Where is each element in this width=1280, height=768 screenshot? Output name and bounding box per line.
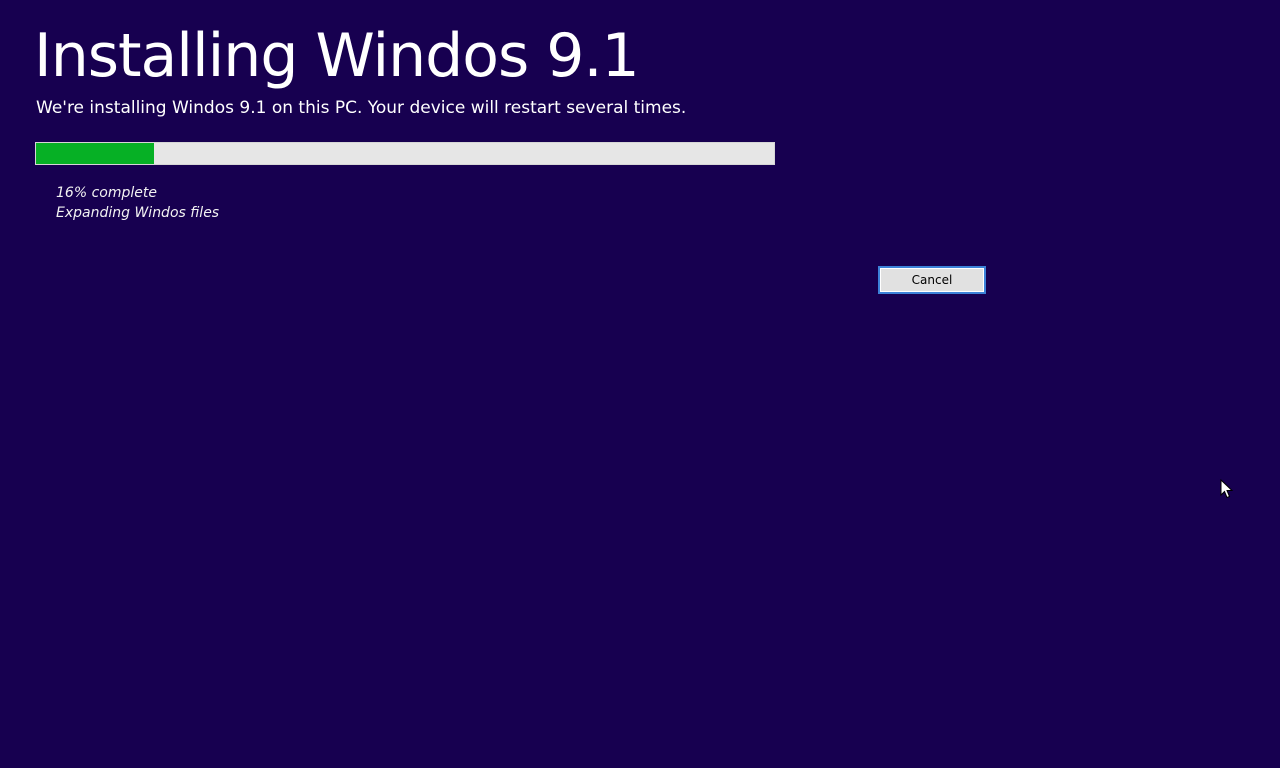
page-title: Installing Windos 9.1 [34, 21, 640, 91]
progress-status: 16% complete Expanding Windos files [56, 183, 219, 223]
mouse-pointer-icon [1220, 479, 1234, 499]
cancel-button[interactable]: Cancel [878, 266, 986, 294]
page-subtitle: We're installing Windos 9.1 on this PC. … [36, 98, 687, 118]
progress-bar-fill [36, 143, 155, 164]
progress-percent-text: 16% complete [56, 185, 157, 201]
progress-bar [35, 142, 775, 165]
progress-detail-text: Expanding Windos files [56, 205, 220, 221]
